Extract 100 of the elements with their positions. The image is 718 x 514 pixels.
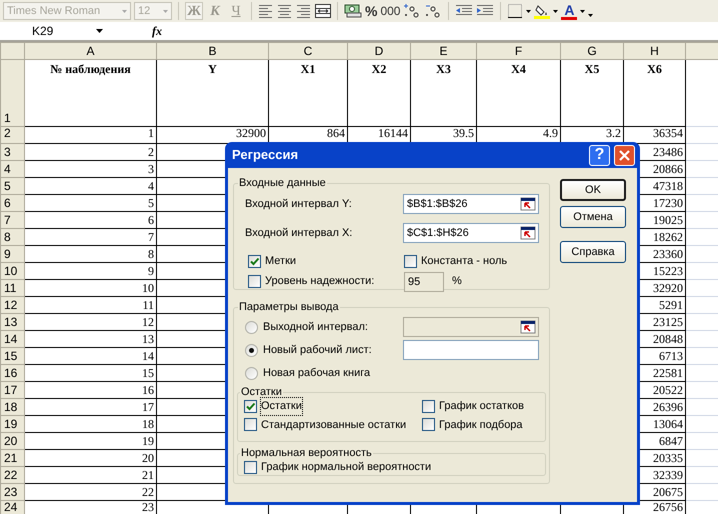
checkbox-label[interactable]: Уровень надежности: xyxy=(265,273,374,290)
checkbox[interactable] xyxy=(244,418,257,432)
table-cell: 15 xyxy=(24,364,156,382)
column-header[interactable]: G xyxy=(560,42,624,60)
checkbox-label[interactable]: Остатки xyxy=(261,398,302,414)
merge-cells-icon[interactable] xyxy=(315,3,331,19)
row-header[interactable]: 16 xyxy=(0,364,24,382)
row-header[interactable]: 8 xyxy=(0,228,24,246)
row-header[interactable]: 4 xyxy=(0,160,24,178)
caret-icon xyxy=(526,10,532,12)
input-field[interactable]: $C$1:$H$26 xyxy=(403,223,539,243)
row-header[interactable]: 20 xyxy=(0,432,24,450)
checkbox-label[interactable]: График подбора xyxy=(439,416,523,433)
borders-icon[interactable] xyxy=(507,3,524,19)
column-header[interactable]: H xyxy=(624,42,686,60)
row-header[interactable]: 22 xyxy=(0,466,24,484)
row-header[interactable]: 1 xyxy=(0,60,24,126)
currency-icon[interactable] xyxy=(344,3,362,19)
row-header[interactable]: 5 xyxy=(0,178,24,194)
table-cell: 17 xyxy=(24,398,156,416)
row-header[interactable]: 21 xyxy=(0,450,24,466)
align-center-icon[interactable] xyxy=(277,3,293,19)
column-header[interactable]: D xyxy=(348,42,410,60)
align-left-icon[interactable] xyxy=(258,3,274,19)
row-header[interactable]: 2 xyxy=(0,126,24,144)
dialog-button[interactable]: OK xyxy=(560,179,626,201)
toolbar-options-icon[interactable] xyxy=(588,14,594,16)
row-header[interactable]: 12 xyxy=(0,296,24,314)
thousands-separator-button[interactable]: 000 xyxy=(380,2,400,20)
checkbox[interactable] xyxy=(422,418,435,432)
table-cell: 3 xyxy=(24,160,156,178)
radio-button[interactable] xyxy=(245,344,258,356)
row-header[interactable]: 10 xyxy=(0,262,24,280)
table-cell: 13 xyxy=(24,330,156,348)
decrease-decimal-icon[interactable] xyxy=(424,3,442,19)
insert-function-button[interactable]: fx xyxy=(152,22,162,40)
row-header[interactable]: 14 xyxy=(0,330,24,348)
caret-icon xyxy=(553,10,558,12)
unit-label: % xyxy=(452,274,462,290)
row-header[interactable]: 3 xyxy=(0,144,24,160)
column-header[interactable]: E xyxy=(410,42,476,60)
row-header[interactable]: 6 xyxy=(0,194,24,212)
checkbox[interactable] xyxy=(248,275,261,288)
dialog-button[interactable]: Справка xyxy=(560,241,626,263)
column-title: № наблюдения xyxy=(24,60,156,126)
row-header[interactable]: 18 xyxy=(0,398,24,416)
column-title: X6 xyxy=(624,60,686,126)
checkbox[interactable] xyxy=(244,400,257,413)
close-button[interactable] xyxy=(614,144,635,166)
row-header[interactable]: 7 xyxy=(0,212,24,228)
table-cell: 1 xyxy=(24,126,156,144)
radio-button[interactable] xyxy=(245,366,258,380)
checkbox[interactable] xyxy=(244,460,257,474)
checkbox-label[interactable]: Метки xyxy=(265,253,296,270)
help-button[interactable]: ? xyxy=(589,144,610,166)
group-label: Входные данные xyxy=(238,178,327,189)
caret-icon xyxy=(122,10,127,12)
row-header[interactable]: 9 xyxy=(0,246,24,262)
column-header[interactable]: F xyxy=(476,42,560,60)
input-field[interactable] xyxy=(403,340,539,360)
range-picker-icon[interactable] xyxy=(520,226,536,240)
caret-icon xyxy=(580,10,586,12)
field-label: Входной интервал Y: xyxy=(245,196,353,212)
row-header[interactable]: 23 xyxy=(0,484,24,500)
row-header[interactable]: 24 xyxy=(0,500,24,514)
dialog-button[interactable]: Отмена xyxy=(560,206,626,228)
checkmark-icon xyxy=(245,400,256,412)
table-cell: 4 xyxy=(24,178,156,194)
column-title: X2 xyxy=(348,60,410,126)
row-header[interactable]: 17 xyxy=(0,382,24,398)
fill-color-icon[interactable] xyxy=(534,3,550,19)
column-header[interactable]: C xyxy=(268,42,348,60)
checkbox-label[interactable]: Константа - ноль xyxy=(421,253,508,270)
checkbox[interactable] xyxy=(422,400,435,413)
input-field[interactable]: $B$1:$B$26 xyxy=(403,194,539,214)
column-header[interactable]: B xyxy=(156,42,268,60)
column-header[interactable]: A xyxy=(24,42,156,60)
checkbox-label[interactable]: График остатков xyxy=(439,398,524,414)
column-title: X1 xyxy=(268,60,348,126)
radio-label[interactable]: Новая рабочая книга xyxy=(263,364,370,382)
row-header[interactable]: 13 xyxy=(0,314,24,330)
font-color-button[interactable]: A xyxy=(561,2,578,20)
name-box[interactable]: K29 xyxy=(0,22,118,40)
checkbox-label[interactable]: График нормальной вероятности xyxy=(261,459,432,476)
radio-label[interactable]: Новый рабочий лист: xyxy=(263,342,372,358)
align-right-icon[interactable] xyxy=(296,3,312,19)
range-picker-icon[interactable] xyxy=(520,197,536,211)
table-cell: 22 xyxy=(24,484,156,500)
increase-decimal-icon[interactable] xyxy=(403,3,422,19)
table-cell: 18 xyxy=(24,416,156,432)
table-cell: 21 xyxy=(24,466,156,484)
dropdown-arrow-icon xyxy=(96,29,103,33)
checkbox[interactable] xyxy=(248,254,261,268)
row-header[interactable]: 11 xyxy=(0,280,24,296)
checkbox-label[interactable]: Стандартизованные остатки xyxy=(261,416,406,433)
row-header[interactable]: 15 xyxy=(0,348,24,364)
range-picker-icon[interactable] xyxy=(520,320,536,334)
checkbox[interactable] xyxy=(404,254,417,268)
row-header[interactable]: 19 xyxy=(0,416,24,432)
percent-button[interactable]: % xyxy=(365,0,378,22)
